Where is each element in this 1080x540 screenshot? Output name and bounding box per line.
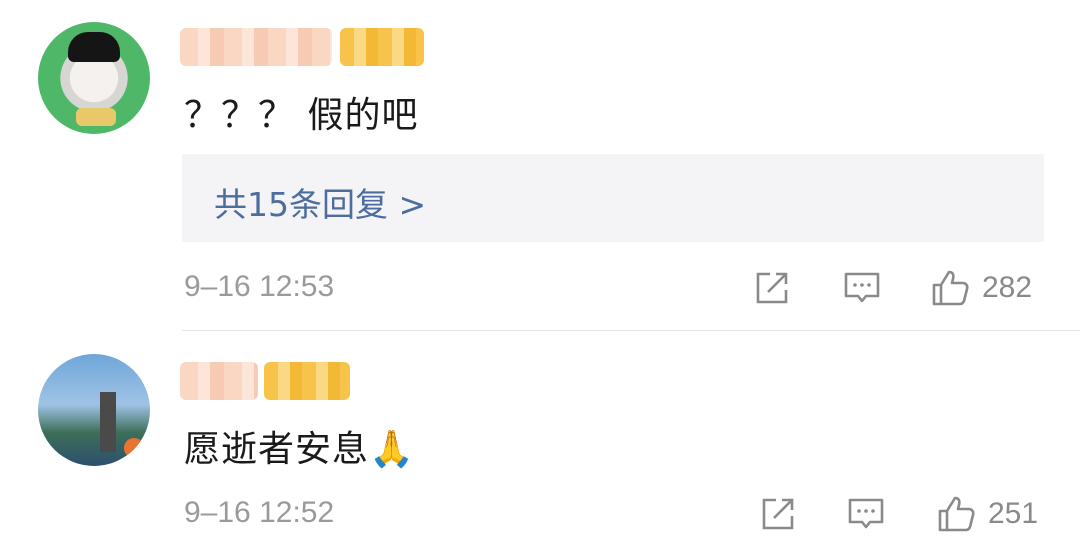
like-count: 251: [988, 497, 1039, 530]
comment-text: ？？？ 假的吧: [184, 95, 419, 136]
comment-button[interactable]: [846, 494, 886, 534]
comment-text: 愿逝者安息🙏: [184, 429, 415, 470]
reply-summary-box[interactable]: 共15条回复 >: [182, 154, 1044, 242]
avatar[interactable]: [38, 22, 150, 134]
timestamp: 9–16 12:52: [184, 496, 335, 529]
thumbs-up-icon: [932, 270, 969, 306]
divider: [182, 330, 1080, 331]
timestamp: 9–16 12:53: [184, 270, 335, 303]
username-blurred[interactable]: [180, 28, 332, 66]
avatar[interactable]: [38, 354, 150, 466]
thumbs-up-icon: [938, 496, 975, 532]
comment-item: ？？？ 假的吧 共15条回复 > 9–16 12:53 282: [0, 0, 1080, 332]
user-badge-blurred: [264, 362, 350, 400]
repost-button[interactable]: [752, 268, 792, 308]
comment-button[interactable]: [842, 268, 882, 308]
comment-meta: 9–16 12:53 282: [182, 268, 1044, 308]
view-replies-link[interactable]: 共15条回复 >: [214, 178, 426, 226]
like-button[interactable]: 282: [930, 268, 1032, 308]
repost-icon: [762, 498, 794, 530]
repost-button[interactable]: [758, 494, 798, 534]
comment-list: ？？？ 假的吧 共15条回复 > 9–16 12:53 282 愿逝者安息🙏 9…: [0, 0, 1080, 540]
like-button[interactable]: 251: [936, 494, 1038, 534]
username-blurred[interactable]: [180, 362, 258, 400]
user-badge-blurred: [340, 28, 424, 66]
repost-icon: [756, 272, 788, 304]
comment-icon: [844, 272, 880, 303]
comment-meta: 9–16 12:52 251: [182, 494, 1044, 534]
comment-icon: [848, 498, 884, 529]
like-count: 282: [982, 271, 1033, 304]
